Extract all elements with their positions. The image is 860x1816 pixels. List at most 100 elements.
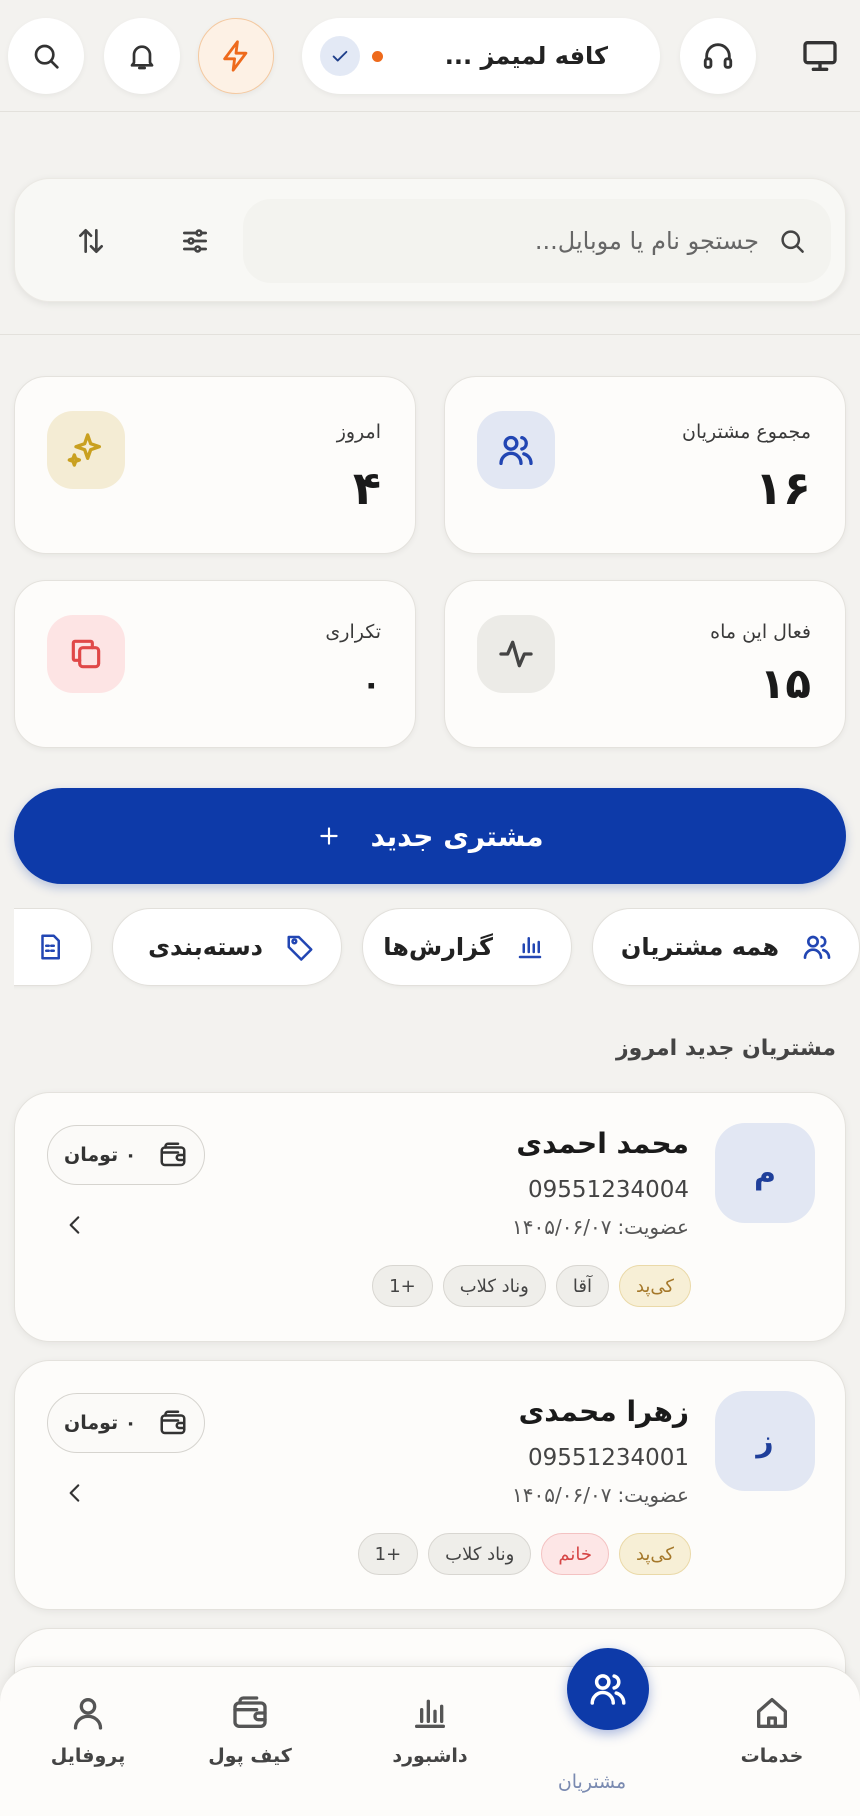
stat-label: فعال این ماه: [710, 621, 811, 643]
headset-icon: [701, 39, 735, 73]
filter-button[interactable]: [171, 217, 219, 265]
nav-label: پروفایل: [50, 1745, 126, 1767]
plus-icon: [316, 823, 342, 849]
nav-profile[interactable]: پروفایل: [18, 1693, 158, 1767]
nav-label: مشتریان: [557, 1771, 627, 1793]
user-icon: [68, 1693, 108, 1733]
chip-label: گزارش‌ها: [383, 933, 493, 961]
stat-today: امروز ۴: [14, 376, 416, 554]
customer-phone: 09551234004: [528, 1177, 689, 1203]
search-button[interactable]: [8, 18, 84, 94]
sort-button[interactable]: [67, 217, 115, 265]
stat-value: ۱۶: [754, 461, 811, 515]
wallet-amount: ۰ تومان: [64, 1144, 137, 1166]
customer-name: زهرا محمدی: [518, 1395, 689, 1428]
tag-more[interactable]: +1: [372, 1265, 433, 1307]
tag-icon: [285, 932, 315, 962]
tag-badge: آقا: [555, 1265, 609, 1307]
wallet-icon: [158, 1140, 188, 1170]
search-icon: [777, 226, 807, 256]
nav-wallet[interactable]: کیف پول: [180, 1693, 320, 1767]
stat-value: ۱۵: [759, 659, 811, 708]
status-dot: [372, 50, 383, 62]
new-customer-button[interactable]: مشتری جدید: [14, 788, 846, 884]
customer-card[interactable]: ز زهرا محمدی 09551234001 عضویت: ۱۴۰۵/۰۶/…: [14, 1360, 846, 1610]
join-label: عضویت:: [617, 1483, 689, 1507]
stat-repeat: تکراری ۰: [14, 580, 416, 748]
tag-badge: وناد کلاب: [442, 1265, 546, 1307]
wallet-amount: ۰ تومان: [64, 1412, 137, 1434]
nav-services[interactable]: خدمات: [702, 1693, 842, 1767]
wallet-balance: ۰ تومان: [47, 1125, 205, 1185]
chip-all-customers[interactable]: همه مشتریان: [592, 908, 860, 986]
search-card: [14, 178, 846, 302]
chevron-left-icon[interactable]: [59, 1477, 91, 1509]
wallet-icon: [230, 1693, 270, 1733]
tag-more[interactable]: +1: [357, 1533, 419, 1575]
new-customer-label: مشتری جدید: [370, 819, 544, 853]
customer-tags: کی‌پد خانم وناد کلاب +1: [357, 1533, 691, 1575]
stat-total-customers: مجموع مشتریان ۱۶: [444, 376, 846, 554]
search-icon: [30, 40, 62, 72]
bar-chart-icon: [515, 932, 545, 962]
customer-join: عضویت: ۱۴۰۵/۰۶/۰۷: [512, 1215, 689, 1239]
join-label: عضویت:: [617, 1215, 689, 1239]
top-bar: کافه لمیمز ...: [0, 0, 860, 112]
chip-document[interactable]: [14, 908, 92, 986]
chevron-left-icon[interactable]: [59, 1209, 91, 1241]
nav-customers[interactable]: مشتریان: [522, 1759, 662, 1793]
chip-categories[interactable]: دسته‌بندی: [112, 908, 342, 986]
copy-icon: [47, 615, 125, 693]
avatar: م: [715, 1123, 815, 1223]
join-date: ۱۴۰۵/۰۶/۰۷: [512, 1215, 612, 1239]
avatar: ز: [715, 1391, 815, 1491]
tag-badge: کی‌پد: [618, 1265, 691, 1307]
search-field[interactable]: [243, 199, 831, 283]
customer-join: عضویت: ۱۴۰۵/۰۶/۰۷: [512, 1483, 689, 1507]
bell-icon: [126, 40, 158, 72]
users-icon: [801, 931, 833, 963]
chip-reports[interactable]: گزارش‌ها: [362, 908, 572, 986]
sliders-icon: [179, 225, 211, 257]
nav-label: داشبورد: [392, 1745, 468, 1767]
chip-label: همه مشتریان: [620, 933, 779, 961]
support-button[interactable]: [680, 18, 756, 94]
tag-badge: خانم: [541, 1533, 609, 1575]
stat-value: ۴: [352, 461, 381, 515]
search-input[interactable]: [267, 227, 759, 255]
stat-label: تکراری: [325, 621, 381, 643]
flash-icon: [219, 39, 253, 73]
business-name: کافه لمیمز ...: [444, 42, 608, 70]
bottom-nav: خدمات مشتریان داشبورد کیف پول پروفایل: [0, 1666, 860, 1816]
customer-tags: کی‌پد آقا وناد کلاب +1: [372, 1265, 691, 1307]
quick-action-button[interactable]: [198, 18, 274, 94]
activity-icon: [477, 615, 555, 693]
quick-filters: همه مشتریان گزارش‌ها دسته‌بندی: [14, 908, 860, 992]
chip-label: دسته‌بندی: [148, 933, 263, 961]
home-icon: [752, 1693, 792, 1733]
business-selector[interactable]: کافه لمیمز ...: [302, 18, 660, 94]
users-icon: [587, 1668, 629, 1710]
sort-arrows-icon: [75, 225, 107, 257]
customers-fab[interactable]: [567, 1648, 649, 1730]
notifications-button[interactable]: [104, 18, 180, 94]
tag-badge: وناد کلاب: [428, 1533, 532, 1575]
section-title: مشتریان جدید امروز: [615, 1036, 836, 1061]
tag-badge: کی‌پد: [618, 1533, 691, 1575]
divider: [0, 334, 860, 335]
desktop-icon: [800, 36, 840, 76]
stat-value: ۰: [361, 665, 381, 703]
customer-phone: 09551234001: [528, 1445, 689, 1471]
check-icon: [320, 36, 360, 76]
wallet-balance: ۰ تومان: [47, 1393, 205, 1453]
stat-active-month: فعال این ماه ۱۵: [444, 580, 846, 748]
sparkles-icon: [47, 411, 125, 489]
desktop-button[interactable]: [780, 18, 860, 94]
customer-name: محمد احمدی: [516, 1127, 689, 1160]
bar-chart-icon: [410, 1693, 450, 1733]
customer-card[interactable]: م محمد احمدی 09551234004 عضویت: ۱۴۰۵/۰۶/…: [14, 1092, 846, 1342]
nav-label: کیف پول: [208, 1745, 292, 1767]
nav-dashboard[interactable]: داشبورد: [360, 1693, 500, 1767]
document-icon: [35, 932, 65, 962]
join-date: ۱۴۰۵/۰۶/۰۷: [512, 1483, 612, 1507]
